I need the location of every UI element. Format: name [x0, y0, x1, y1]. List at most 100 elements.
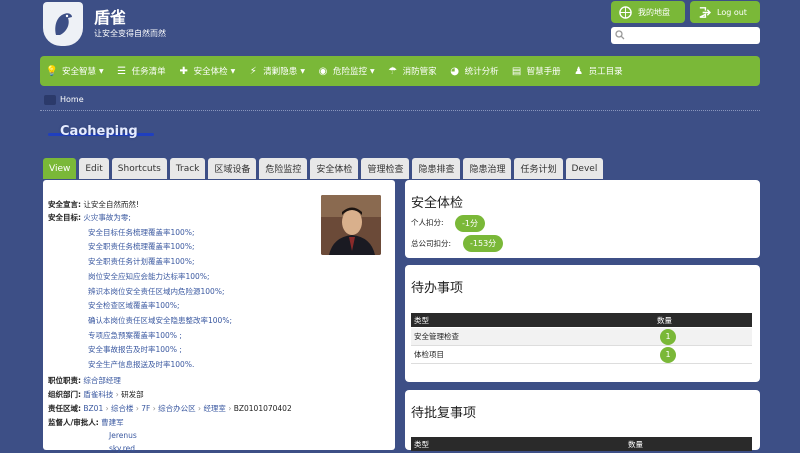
goal-item: 安全职责任务梳理覆盖率100%;: [88, 242, 195, 252]
supervisor-link[interactable]: sky.red: [109, 444, 135, 453]
table-row[interactable]: 安全管理检查 1: [411, 328, 752, 346]
area-link[interactable]: 综合办公区: [158, 404, 196, 413]
list-icon: ☰: [117, 65, 127, 77]
tab-item[interactable]: View: [43, 158, 77, 179]
home-icon: [44, 95, 56, 105]
dept-sub: 研发部: [121, 390, 144, 399]
nav-item-label: 任务清单: [131, 67, 166, 77]
nav-item[interactable]: ◕ 统计分析: [449, 65, 499, 78]
monitor-icon: ◉: [318, 65, 328, 77]
breadcrumb-separator: ›: [150, 404, 159, 413]
tab-item[interactable]: 安全体检: [310, 158, 359, 179]
col-type: 类型: [414, 315, 429, 325]
goal-item: 岗位安全应知应会能力达标率100%;: [88, 271, 210, 281]
col-type: 类型: [414, 439, 429, 449]
table-row[interactable]: 体检项目 1: [411, 346, 752, 364]
bulb-icon: 💡: [45, 65, 59, 77]
area-link[interactable]: 综合楼: [111, 404, 134, 413]
area-link: BZ0101070402: [233, 404, 292, 413]
goal-item: 辨识本岗位安全责任区域内危险源100%;: [88, 286, 225, 296]
breadcrumb-separator: ›: [225, 404, 234, 413]
tab-bar: View Edit Shortcuts Track 区域设备 危险监控 安全体检 管理检查 隐患…: [43, 158, 604, 179]
approve-table-header: 类型 数量: [411, 437, 752, 451]
bolt-icon: ⚡: [249, 65, 257, 77]
nav-item[interactable]: 💡 安全智慧 ▼: [45, 65, 104, 78]
area-label: 责任区域:: [48, 404, 81, 413]
tab-item[interactable]: 危险监控: [259, 158, 308, 179]
avatar: [321, 195, 381, 255]
goal-item: 安全职责任务计划覆盖率100%;: [88, 257, 195, 267]
tab-item[interactable]: Devel: [565, 158, 604, 179]
count-badge[interactable]: 1: [660, 346, 676, 363]
dept-link[interactable]: 盾雀科技: [83, 390, 113, 399]
nav-item[interactable]: ▤ 智慧手册: [511, 65, 561, 78]
supervisor-link[interactable]: Jerenus: [109, 431, 137, 440]
site-title[interactable]: 盾雀: [94, 4, 126, 28]
nav-item[interactable]: ✚ 安全体检 ▼: [178, 65, 236, 78]
row-type: 安全管理检查: [414, 332, 459, 341]
nav-item-label: 智慧手册: [526, 67, 561, 77]
area-link[interactable]: BZ01: [83, 404, 103, 413]
duty-value[interactable]: 综合部经理: [83, 376, 121, 385]
goals-label: 安全目标:: [48, 213, 81, 222]
search-icon: [615, 30, 625, 40]
goal-item: 安全检查区域覆盖率100%;: [88, 301, 180, 311]
site-slogan: 让安全变得自然而然: [94, 29, 166, 38]
tab-item[interactable]: 区域设备: [208, 158, 257, 179]
goal-item: 专项应急预案覆盖率100% ;: [88, 330, 182, 340]
tab-item[interactable]: 管理检查: [361, 158, 410, 179]
supervisor-link[interactable]: 曹建军: [101, 418, 124, 427]
nav-item[interactable]: ⚡ 清剿隐患 ▼: [247, 65, 305, 78]
person-photo-icon: [321, 195, 381, 255]
nav-item-label: 安全体检: [193, 67, 228, 77]
pie-icon: ◕: [450, 65, 459, 77]
tab-item[interactable]: 隐患治理: [463, 158, 512, 179]
main-nav: 💡 安全智慧 ▼ ☰ 任务清单 ✚ 安全体检 ▼ ⚡ 清剿隐患 ▼ ◉ 危险监控 ▼ ☂ 消防管家 ◕ 统计分析 ▤…: [40, 56, 760, 86]
logo[interactable]: [43, 2, 83, 46]
tab-item[interactable]: 任务计划: [514, 158, 563, 179]
company-score-badge: -153分: [463, 235, 504, 252]
todo-table-header: 类型 数量: [411, 313, 752, 327]
profile-panel: 安全宣言: 让安全自然而然! 安全目标: 火灾事故为零; 安全目标任务梳理覆盖率…: [43, 180, 395, 453]
personal-label: 个人扣分:: [411, 218, 444, 227]
duty-label: 职位职责:: [48, 376, 81, 385]
goal-item: 火灾事故为零;: [83, 213, 131, 222]
chevron-down-icon: ▼: [369, 67, 375, 75]
bird-logo-icon: [55, 13, 72, 35]
nav-item[interactable]: ☰ 任务清单: [116, 65, 166, 78]
page-title: Caoheping: [60, 124, 138, 139]
nav-item-label: 危险监控: [332, 67, 367, 77]
tab-item[interactable]: Edit: [79, 158, 109, 179]
chevron-down-icon: ▼: [230, 67, 236, 75]
divider: [40, 110, 760, 111]
breadcrumb-home[interactable]: Home: [60, 95, 84, 104]
declaration-value: 让安全自然而然!: [83, 200, 139, 209]
nav-item-label: 消防管家: [402, 67, 437, 77]
nav-item[interactable]: ◉ 危险监控 ▼: [317, 65, 375, 78]
personal-score-badge: -1分: [455, 215, 485, 232]
goal-item: 安全目标任务梳理覆盖率100%;: [88, 227, 195, 237]
person-icon: ♟: [574, 65, 584, 77]
chevron-down-icon: ▼: [300, 67, 305, 75]
nav-item[interactable]: ☂ 消防管家: [387, 65, 437, 78]
my-area-button[interactable]: 我的地盘: [611, 1, 685, 23]
nav-item-label: 统计分析: [464, 67, 499, 77]
book-icon: ▤: [511, 65, 522, 77]
area-link[interactable]: 经理室: [203, 404, 226, 413]
nav-item[interactable]: ♟ 员工目录: [573, 65, 623, 78]
nav-item-label: 员工目录: [588, 67, 623, 77]
breadcrumb-separator: ›: [103, 404, 111, 413]
tab-item[interactable]: Shortcuts: [111, 158, 167, 179]
col-count: 数量: [657, 315, 672, 325]
declaration-label: 安全宣言:: [48, 200, 81, 209]
nav-item-label: 清剿隐患: [263, 67, 298, 77]
count-badge[interactable]: 1: [660, 328, 676, 345]
area-link[interactable]: 7F: [141, 404, 150, 413]
search-input[interactable]: [611, 27, 760, 44]
my-area-label: 我的地盘: [638, 7, 670, 17]
logout-button[interactable]: Log out: [690, 1, 760, 23]
tab-item[interactable]: 隐患排查: [412, 158, 461, 179]
compass-icon: [619, 5, 632, 19]
tab-item[interactable]: Track: [169, 158, 206, 179]
goal-item: 确认本岗位责任区域安全隐患整改率100%;: [88, 315, 232, 325]
